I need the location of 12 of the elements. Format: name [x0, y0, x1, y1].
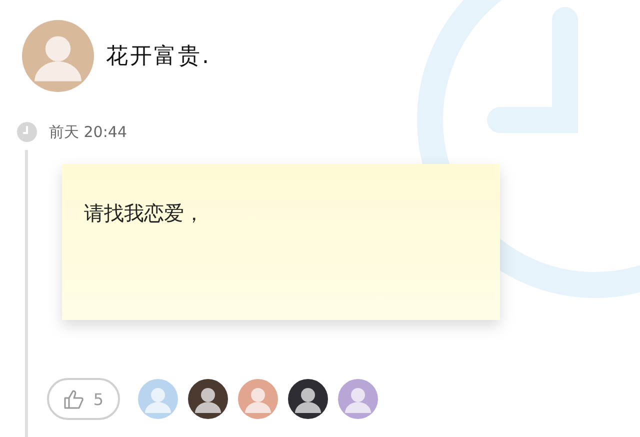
like-button[interactable]: 5: [47, 378, 120, 420]
user-name: 花开富贵.: [106, 43, 211, 71]
post-time: 前天 20:44: [49, 122, 127, 142]
avatar: [188, 379, 228, 419]
avatar: [338, 379, 378, 419]
avatar: [138, 379, 178, 419]
note-text: 请找我恋爱，: [84, 201, 204, 225]
avatar: [22, 20, 94, 92]
clock-icon: [17, 122, 37, 142]
thumbs-up-icon: [63, 388, 86, 410]
avatar: [288, 379, 328, 419]
avatar: [238, 379, 278, 419]
